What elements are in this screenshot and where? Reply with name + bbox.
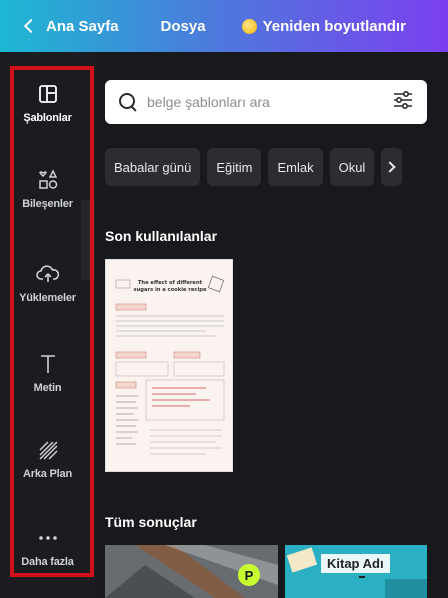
top-bar: Ana Sayfa Dosya Yeniden boyutlandır (0, 0, 448, 52)
sidebar: Şablonlar Bileşenler Yüklemeler Metin Ar (0, 52, 99, 598)
recent-section-title: Son kullanılanlar (105, 228, 218, 244)
chip-real-estate[interactable]: Emlak (268, 148, 323, 186)
sidebar-item-label: Arka Plan (23, 468, 72, 480)
sidebar-item-text[interactable]: Metin (0, 332, 95, 412)
resize-button[interactable]: Yeniden boyutlandır (241, 17, 406, 35)
book-title-label: Kitap Adı (321, 554, 390, 573)
thumbnail-title-line-2: sugars in a cookie recipe (134, 287, 207, 293)
result-badge: P (238, 564, 260, 586)
background-icon (37, 436, 59, 464)
elements-icon (37, 166, 59, 194)
sidebar-item-elements[interactable]: Bileşenler (0, 148, 95, 228)
template-icon (38, 80, 58, 108)
chevron-left-icon (23, 18, 39, 34)
sidebar-item-label: Bileşenler (22, 198, 73, 210)
chip-education[interactable]: Eğitim (207, 148, 262, 186)
sidebar-item-background[interactable]: Arka Plan (0, 418, 95, 498)
worksheet-preview: The effect of different sugars in a cook… (106, 260, 232, 471)
search-icon (119, 93, 137, 111)
sidebar-item-label: Yüklemeler (19, 292, 76, 304)
recent-template-thumbnail[interactable]: The effect of different sugars in a cook… (105, 259, 233, 472)
upload-cloud-icon (35, 260, 60, 288)
category-chips: Babalar günü Eğitim Emlak Okul (105, 148, 409, 186)
search-bar (105, 80, 427, 124)
sidebar-item-more[interactable]: Daha fazla (0, 506, 95, 586)
resize-label: Yeniden boyutlandır (262, 17, 406, 35)
chevron-right-icon (384, 161, 396, 173)
filter-sliders-icon[interactable] (393, 90, 413, 114)
results-section-title: Tüm sonuçlar (105, 514, 197, 530)
text-icon (38, 350, 58, 378)
chip-school[interactable]: Okul (329, 148, 375, 186)
templates-panel: Babalar günü Eğitim Emlak Okul Son kulla… (95, 52, 448, 598)
more-icon (38, 524, 58, 552)
book-subtitle-bar (359, 576, 365, 578)
sidebar-item-label: Metin (33, 382, 62, 394)
chips-scroll-right-button[interactable] (381, 148, 403, 186)
editor-page: Ana Sayfa Dosya Yeniden boyutlandır Şabl… (0, 0, 448, 598)
search-input[interactable] (147, 94, 367, 110)
sidebar-item-templates[interactable]: Şablonlar (0, 62, 95, 142)
result-thumbnail-1[interactable]: P (105, 545, 278, 598)
thumbnail-title-line-1: The effect of different (138, 280, 203, 286)
sidebar-item-label: Daha fazla (21, 556, 74, 568)
sidebar-item-uploads[interactable]: Yüklemeler (0, 242, 95, 322)
file-menu-button[interactable]: Dosya (161, 18, 206, 35)
home-back-button[interactable]: Ana Sayfa (23, 17, 119, 35)
chip-fathers-day[interactable]: Babalar günü (105, 148, 201, 186)
home-label: Ana Sayfa (46, 17, 119, 35)
crown-icon (241, 18, 257, 34)
sidebar-item-label: Şablonlar (23, 112, 72, 124)
result-thumbnail-2[interactable]: Kitap Adı (285, 545, 427, 598)
